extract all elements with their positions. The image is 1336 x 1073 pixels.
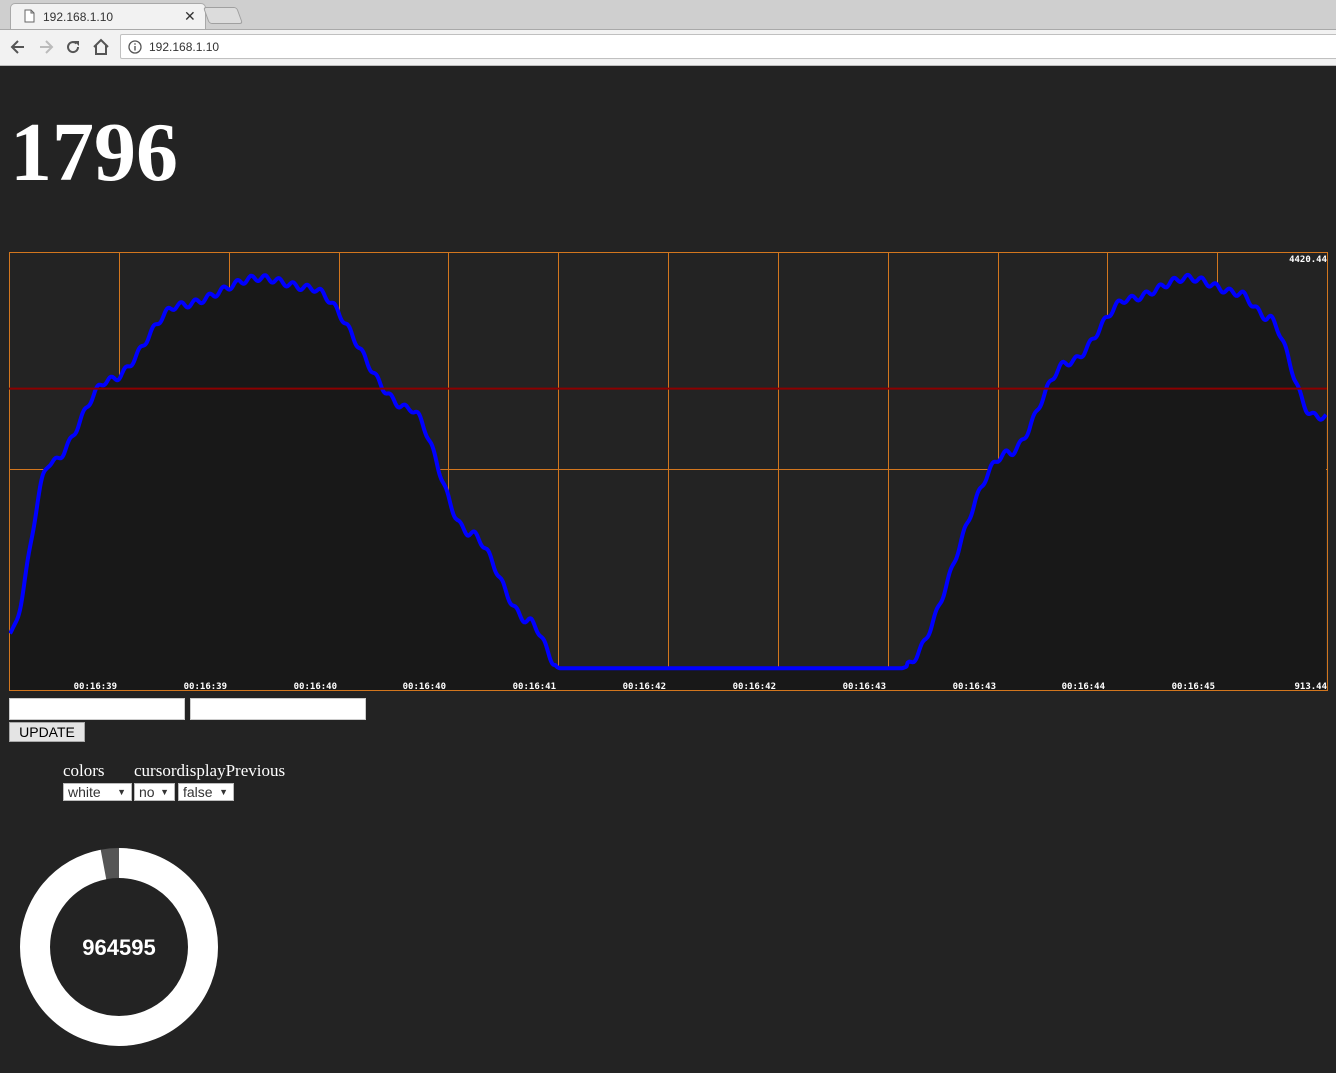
previous-select-value: false <box>183 784 213 800</box>
line-chart: 00:16:39 00:16:39 00:16:40 00:16:40 00:16:41… <box>9 252 1328 692</box>
x-tick-label: 00:16:42 <box>623 682 666 692</box>
browser-toolbar: 192.168.1.10 <box>0 30 1336 66</box>
y-min-label: 913.44 <box>1294 682 1327 692</box>
input-field-2[interactable] <box>190 698 366 720</box>
x-tick-label: 00:16:40 <box>294 682 337 692</box>
x-tick-label: 00:16:39 <box>184 682 227 692</box>
dropdown-arrow-icon: ▼ <box>160 787 169 797</box>
page-icon <box>24 9 35 23</box>
x-tick-label: 00:16:42 <box>733 682 776 692</box>
dropdown-arrow-icon: ▼ <box>219 787 228 797</box>
home-icon[interactable] <box>91 37 111 57</box>
url-text: 192.168.1.10 <box>149 40 220 54</box>
donut-value: 964595 <box>82 935 155 960</box>
x-tick-label: 00:16:43 <box>843 682 886 692</box>
back-icon[interactable] <box>8 37 28 57</box>
x-tick-label: 00:16:43 <box>953 682 996 692</box>
donut-gauge: 964595 <box>20 848 218 1046</box>
x-tick-label: 00:16:41 <box>513 682 556 692</box>
page-content: 1796 00:16:39 00:16:39 00:16:40 00:16:40 00:… <box>0 66 1336 1073</box>
tab-close-icon[interactable]: ✕ <box>184 8 196 25</box>
input-field-1[interactable] <box>9 698 185 720</box>
forward-icon[interactable] <box>36 37 56 57</box>
x-tick-label: 00:16:39 <box>74 682 117 692</box>
y-max-label: 4420.44 <box>1289 255 1328 265</box>
info-icon[interactable] <box>128 40 142 54</box>
x-tick-label: 00:16:44 <box>1062 682 1106 692</box>
cursor-previous-label: cursordisplayPrevious <box>134 761 286 780</box>
colors-select[interactable]: white ▼ <box>63 783 132 801</box>
previous-select[interactable]: false ▼ <box>178 783 234 801</box>
new-tab-button[interactable] <box>202 7 244 24</box>
cursor-select[interactable]: no ▼ <box>134 783 175 801</box>
cursor-select-value: no <box>139 784 155 800</box>
update-button[interactable]: UPDATE <box>9 722 85 742</box>
browser-tab[interactable]: 192.168.1.10 ✕ <box>10 3 206 29</box>
colors-label: colors <box>63 761 105 780</box>
x-tick-label: 00:16:45 <box>1172 682 1215 692</box>
browser-tabstrip: 192.168.1.10 ✕ <box>0 0 1336 30</box>
reload-icon[interactable] <box>63 37 83 57</box>
x-tick-label: 00:16:40 <box>403 682 446 692</box>
tab-title: 192.168.1.10 <box>43 10 114 24</box>
colors-select-value: white <box>68 784 101 800</box>
dropdown-arrow-icon: ▼ <box>117 787 126 797</box>
current-value: 1796 <box>10 106 178 199</box>
address-bar[interactable]: 192.168.1.10 <box>120 34 1336 59</box>
